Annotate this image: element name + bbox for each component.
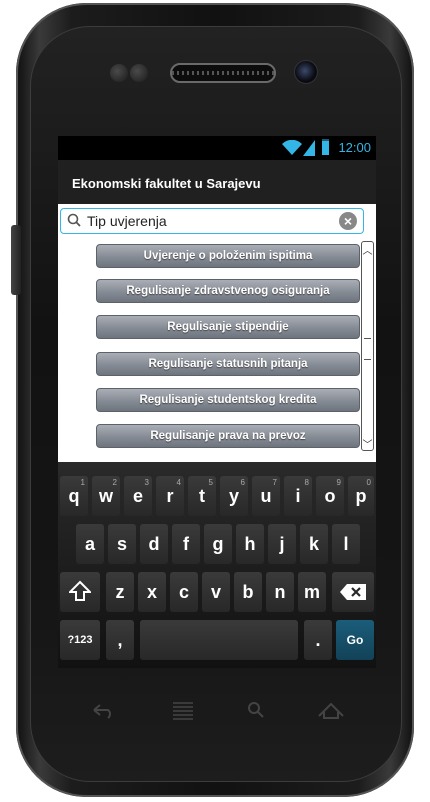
status-time: 12:00 [338,140,371,155]
scroll-up-icon[interactable]: ︿ [362,242,373,257]
earpiece-speaker [170,63,276,83]
search-nav-icon[interactable] [241,698,271,722]
scroll-thumb[interactable] [364,338,371,360]
volume-button [11,225,21,295]
soft-keyboard: q1 w2 e3 r4 t5 y6 u7 i8 o9 p0 a s d f g … [58,462,376,668]
shift-key[interactable] [60,572,100,612]
back-icon[interactable] [88,698,118,722]
backspace-key[interactable] [332,572,374,612]
key-g[interactable]: g [204,524,232,564]
comma-key[interactable]: , [106,620,134,660]
key-k[interactable]: k [300,524,328,564]
key-f[interactable]: f [172,524,200,564]
key-c[interactable]: c [170,572,198,612]
clear-icon[interactable]: × [339,212,357,230]
period-key[interactable]: . [304,620,332,660]
space-key[interactable] [140,620,298,660]
list-item[interactable]: Regulisanje prava na prevoz [96,424,360,448]
key-u[interactable]: u7 [252,476,280,516]
key-b[interactable]: b [234,572,262,612]
list-item[interactable]: Uvjerenje o položenim ispitima [96,244,360,268]
symbols-key[interactable]: ?123 [60,620,100,660]
backspace-icon [340,584,366,600]
key-o[interactable]: o9 [316,476,344,516]
key-y[interactable]: y6 [220,476,248,516]
key-m[interactable]: m [298,572,326,612]
shift-icon [67,580,93,601]
search-icon [67,213,81,227]
search-field[interactable]: Tip uvjerenja × [60,208,364,234]
recents-icon[interactable] [168,698,198,722]
status-bar: 12:00 [58,136,376,160]
key-q[interactable]: q1 [60,476,88,516]
key-w[interactable]: w2 [92,476,120,516]
app-title-bar: Ekonomski fakultet u Sarajevu [58,160,376,206]
key-i[interactable]: i8 [284,476,312,516]
nav-bar [58,690,376,730]
list-item[interactable]: Regulisanje studentskog kredita [96,388,360,412]
list-item[interactable]: Regulisanje statusnih pitanja [96,352,360,376]
app-title: Ekonomski fakultet u Sarajevu [72,176,261,191]
go-key[interactable]: Go [336,620,374,660]
key-z[interactable]: z [106,572,134,612]
key-x[interactable]: x [138,572,166,612]
list-item[interactable]: Regulisanje stipendije [96,315,360,339]
key-a[interactable]: a [76,524,104,564]
screen: 12:00 Ekonomski fakultet u Sarajevu Tip … [58,136,376,668]
wifi-icon [282,140,302,155]
key-e[interactable]: e3 [124,476,152,516]
list-item[interactable]: Regulisanje zdravstvenog osiguranja [96,279,360,303]
key-p[interactable]: p0 [348,476,374,516]
signal-icon [303,140,315,156]
content-area: Tip uvjerenja × Uvjerenje o položenim is… [58,204,376,462]
key-s[interactable]: s [108,524,136,564]
front-camera [294,60,318,84]
sensor-dots [110,64,150,84]
search-label: Tip uvjerenja [87,213,167,229]
key-h[interactable]: h [236,524,264,564]
key-v[interactable]: v [202,572,230,612]
list-scrollbar[interactable]: ︿ ﹀ [361,241,374,451]
key-d[interactable]: d [140,524,168,564]
key-j[interactable]: j [268,524,296,564]
home-icon[interactable] [316,698,346,722]
battery-icon [322,139,329,155]
key-r[interactable]: r4 [156,476,184,516]
key-l[interactable]: l [332,524,360,564]
key-n[interactable]: n [266,572,294,612]
scroll-down-icon[interactable]: ﹀ [362,436,373,451]
key-t[interactable]: t5 [188,476,216,516]
